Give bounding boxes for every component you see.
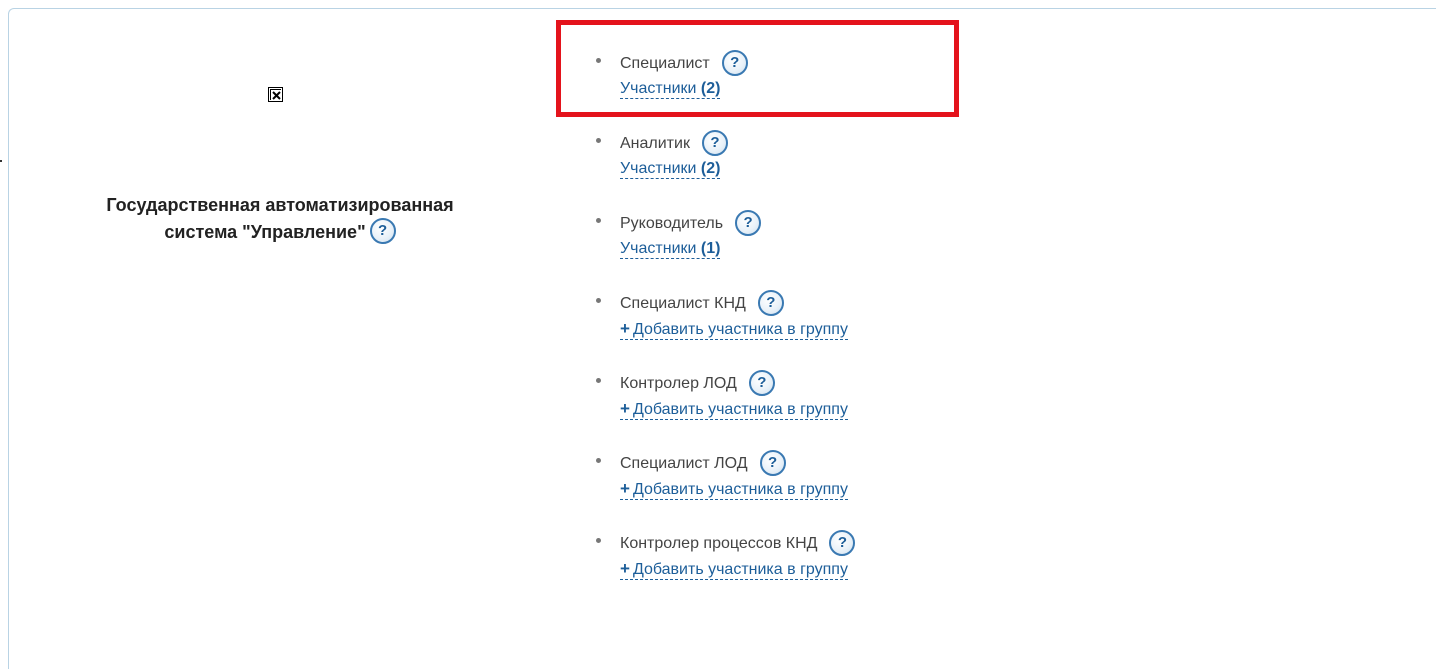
group-name: Специалист ЛОД? [620,450,786,477]
help-icon[interactable]: ? [748,370,775,396]
system-title-line1: Государственная автоматизированная [106,195,454,215]
bullet-icon [596,378,601,383]
bullet-icon [596,138,601,143]
plus-icon: + [620,559,630,578]
broken-image-icon [268,87,283,102]
system-title: Государственная автоматизированная систе… [40,192,520,246]
plus-icon: + [620,319,630,338]
add-member-label: Добавить участника в группу [632,321,848,338]
system-help-icon[interactable]: ? [369,218,396,245]
add-member-label: Добавить участника в группу [632,401,848,418]
group-name-text: Контролер процессов КНД [620,535,818,553]
add-member-link[interactable]: + Добавить участника в группу [620,400,848,420]
bullet-icon [596,538,601,543]
help-icon[interactable]: ? [829,530,856,556]
plus-icon: + [620,399,630,418]
help-icon[interactable]: ? [735,210,762,236]
group-name-text: Специалист ЛОД [620,455,748,473]
members-link[interactable]: Участники (1) [620,240,721,259]
members-link-label: Участники [620,240,697,257]
system-title-line2: система "Управление" [164,222,366,242]
plus-icon: + [620,479,630,498]
members-link-label: Участники [620,160,697,177]
group-name: Контролер процессов КНД? [620,530,856,557]
add-member-link[interactable]: + Добавить участника в группу [620,480,848,500]
stray-dot [0,160,2,162]
members-count: (1) [700,240,721,257]
add-member-label: Добавить участника в группу [632,561,848,578]
group-name-text: Контролер ЛОД [620,375,737,393]
group-name-text: Руководитель [620,215,724,233]
help-icon[interactable]: ? [701,130,728,156]
help-icon[interactable]: ? [759,450,786,476]
group-name: Руководитель? [620,210,762,237]
bullet-icon [596,458,601,463]
members-count: (2) [700,160,721,177]
group-name-text: Аналитик [620,135,690,153]
bullet-icon [596,218,601,223]
group-name: Аналитик? [620,130,728,157]
bullet-icon [596,298,601,303]
help-icon[interactable]: ? [757,290,784,316]
add-member-link[interactable]: + Добавить участника в группу [620,560,848,580]
highlight-box [556,20,959,117]
add-member-link[interactable]: + Добавить участника в группу [620,320,848,340]
group-name: Специалист КНД? [620,290,784,317]
members-link[interactable]: Участники (2) [620,160,721,179]
add-member-label: Добавить участника в группу [632,481,848,498]
group-name-text: Специалист КНД [620,295,746,313]
group-name: Контролер ЛОД? [620,370,775,397]
